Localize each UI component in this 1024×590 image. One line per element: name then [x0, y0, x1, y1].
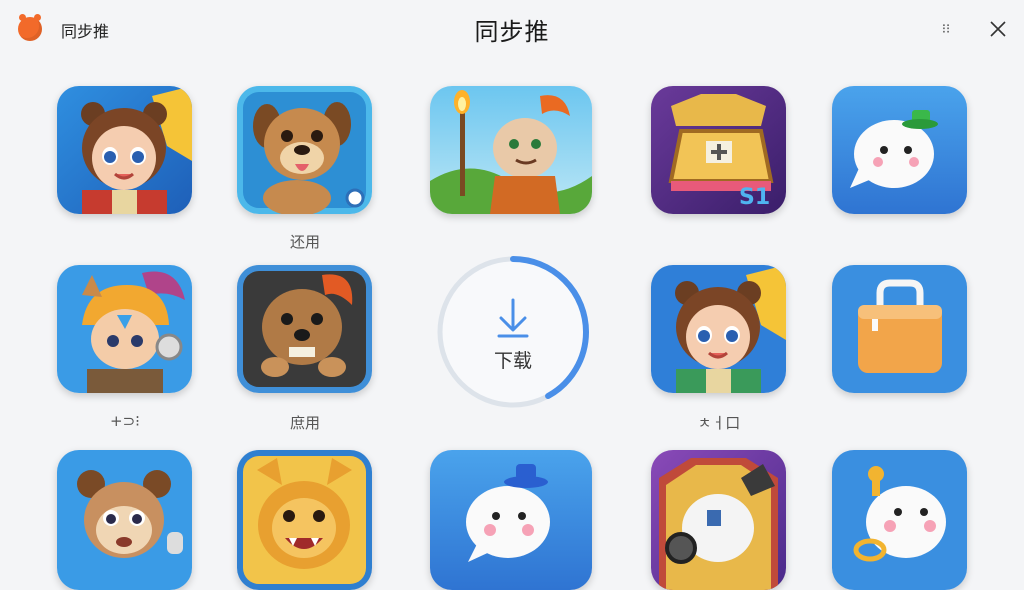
app-tile-9[interactable]: [832, 265, 967, 393]
bear-girl-icon: [651, 265, 786, 393]
app-tile-12[interactable]: [430, 450, 592, 590]
app-tile-10[interactable]: [57, 450, 192, 590]
app-tile-11[interactable]: [237, 450, 372, 590]
fluffy-dog-icon: [237, 265, 372, 393]
download-button[interactable]: 下载: [435, 254, 591, 410]
app-label-7: 庶用: [289, 414, 320, 432]
lion-icon: [237, 450, 372, 590]
app-tile-14[interactable]: [832, 450, 967, 590]
app-tile-6[interactable]: [57, 265, 192, 393]
app-tile-4[interactable]: S1: [651, 86, 786, 214]
bear-kid-icon: [57, 450, 192, 590]
robot-ghost-icon: [651, 450, 786, 590]
white-ghost-blue-hat-icon: [430, 450, 592, 590]
app-tile-1[interactable]: [57, 86, 192, 214]
download-label: 下载: [493, 350, 532, 372]
white-ghost-ring-icon: [832, 450, 967, 590]
white-ghost-green-hat-icon: [832, 86, 967, 214]
svg-text:S1: S1: [739, 185, 770, 210]
window-title: 同步推: [474, 18, 550, 46]
download-arrow-icon: [497, 298, 529, 338]
app-tile-3[interactable]: [430, 86, 592, 214]
app-tile-2[interactable]: [237, 86, 372, 214]
helmet-boy-icon: [57, 265, 192, 393]
close-button[interactable]: [985, 14, 1011, 46]
close-icon: [990, 21, 1006, 37]
restore-button[interactable]: ⁝⁝: [934, 14, 958, 46]
puppy-icon: [237, 86, 372, 214]
app-label-8: ㅊㅓ口: [697, 414, 741, 432]
treasure-chest-icon: S1: [651, 86, 786, 214]
app-tile-7[interactable]: [237, 265, 372, 393]
bear-girl-icon: [57, 86, 192, 214]
title-bar: 同步推 同步推 ⁝⁝: [0, 0, 1024, 60]
orange-bag-icon: [832, 265, 967, 393]
torch-lion-icon: [430, 86, 592, 214]
app-tile-13[interactable]: [651, 450, 786, 590]
app-label-6: +⊃⁝: [110, 412, 140, 430]
app-tile-8[interactable]: [651, 265, 786, 393]
app-tile-5[interactable]: [832, 86, 967, 214]
app-label-2: 还用: [289, 233, 320, 251]
